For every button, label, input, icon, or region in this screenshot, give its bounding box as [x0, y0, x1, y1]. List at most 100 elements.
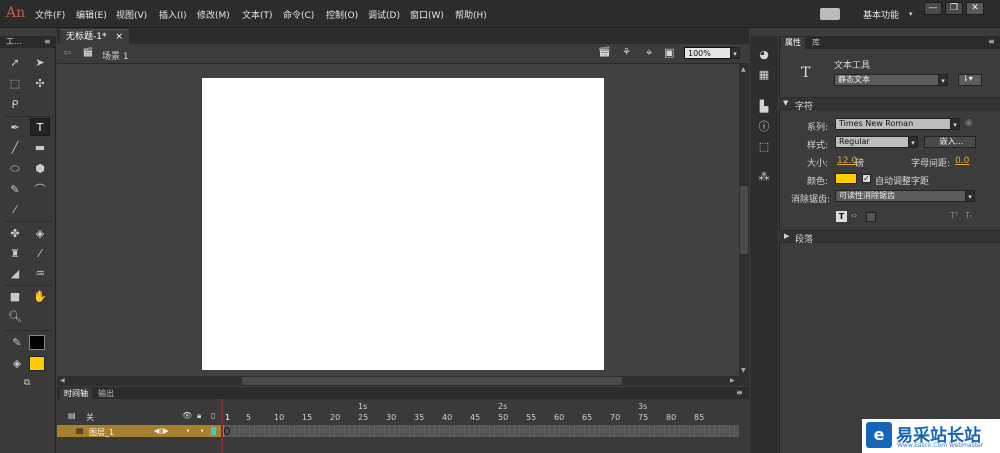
oval-tool-icon[interactable]: ⬭	[5, 160, 25, 178]
chevron-down-icon[interactable]: ▾	[908, 136, 918, 148]
camera-tool-icon[interactable]: ■	[5, 288, 25, 306]
swatches-panel-icon[interactable]: ▦	[757, 68, 771, 81]
subscript-icon[interactable]: Tₜ	[965, 211, 972, 220]
outline-layers-icon[interactable]: ▯	[211, 411, 215, 420]
text-color-swatch[interactable]	[835, 173, 857, 184]
lock-layers-icon[interactable]: 🔒︎	[197, 411, 201, 421]
fill-color-swatch[interactable]	[29, 356, 45, 371]
layer-outline-color[interactable]	[211, 427, 216, 435]
visible-dot-icon[interactable]: •	[186, 427, 190, 435]
layer-name[interactable]: 图层_1	[89, 427, 114, 438]
menu-commands[interactable]: 命令(C)	[283, 8, 314, 21]
menu-text[interactable]: 文本(T)	[242, 8, 273, 21]
free-transform-tool-icon[interactable]: ⬚	[5, 75, 25, 93]
pen-tool-icon[interactable]: ✒	[5, 119, 25, 137]
scroll-up-icon[interactable]: ▲	[741, 66, 746, 73]
sync-settings-icon[interactable]	[820, 8, 840, 20]
expand-triangle-icon[interactable]: ▶	[784, 232, 789, 240]
scene-name[interactable]: 场景 1	[102, 49, 129, 62]
scroll-right-icon[interactable]: ▶	[730, 377, 735, 384]
panel-menu-icon[interactable]: ≡	[736, 388, 743, 397]
subselection-tool-icon[interactable]: ➤	[30, 54, 50, 72]
swap-colors-icon[interactable]: ⧉	[14, 374, 40, 388]
chevron-down-icon[interactable]: ▾	[730, 47, 740, 59]
tab-library[interactable]: 库	[808, 37, 824, 49]
menu-modify[interactable]: 修改(M)	[197, 8, 230, 21]
pencil-tool-icon[interactable]: ✎	[5, 181, 25, 199]
bone-tool-icon[interactable]: ✤	[5, 225, 25, 243]
letter-spacing-value[interactable]: 0.0	[955, 156, 969, 166]
keyframe-marker[interactable]	[224, 427, 230, 435]
ink-bottle-tool-icon[interactable]: ♜	[5, 245, 25, 263]
menu-edit[interactable]: 编辑(E)	[76, 8, 107, 21]
zoom-tool-icon[interactable]: 🔍︎	[5, 308, 25, 326]
workspace-switcher[interactable]: 基本功能	[863, 8, 899, 21]
collapse-triangle-icon[interactable]: ▼	[783, 99, 788, 107]
layer-header-label[interactable]: 关	[86, 412, 94, 423]
show-border-icon[interactable]	[866, 212, 876, 222]
eraser-tool-icon[interactable]: ◢	[5, 265, 25, 283]
edit-symbols-icon[interactable]: ⚘	[622, 47, 631, 58]
menu-help[interactable]: 帮助(H)	[455, 8, 487, 21]
width-tool-icon[interactable]: ♒	[30, 265, 50, 283]
layer-controls-icon[interactable]: ◀▯▶	[154, 427, 169, 435]
chevron-down-icon[interactable]: ▾	[950, 118, 960, 130]
line-tool-icon[interactable]: ╱	[5, 139, 25, 157]
polystar-tool-icon[interactable]: ⬢	[30, 160, 50, 178]
eyedropper-tool-icon[interactable]: ⁄	[30, 245, 50, 263]
brush-tool-icon[interactable]: ⌒	[30, 181, 50, 199]
menu-view[interactable]: 视图(V)	[116, 8, 147, 21]
selection-tool-icon[interactable]: ➚	[5, 54, 25, 72]
color-panel-icon[interactable]: ◕	[757, 48, 771, 61]
font-style-dropdown[interactable]: Regular	[835, 136, 909, 148]
panel-collapse-icon[interactable]: ≡	[44, 37, 51, 46]
menu-window[interactable]: 窗口(W)	[410, 8, 444, 21]
paint-brush-tool-icon[interactable]: ⁄	[5, 201, 25, 219]
text-type-dropdown[interactable]: 静态文本	[834, 74, 948, 86]
hand-tool-icon[interactable]: ✋	[30, 288, 50, 306]
menu-file[interactable]: 文件(F)	[35, 8, 65, 21]
menu-insert[interactable]: 插入(I)	[159, 8, 187, 21]
antialias-dropdown[interactable]: 可读性消除锯齿	[835, 190, 967, 202]
3d-rotation-tool-icon[interactable]: ✣	[30, 75, 50, 93]
edit-scene-icon[interactable]: 🎬︎	[598, 47, 611, 58]
selectable-icon[interactable]: T	[836, 211, 847, 222]
vertical-scroll-thumb[interactable]	[740, 186, 748, 254]
tab-properties[interactable]: 属性	[781, 37, 805, 49]
text-tool-icon[interactable]: T	[30, 118, 50, 136]
tab-output[interactable]: 输出	[94, 388, 118, 399]
lock-dot-icon[interactable]: •	[200, 427, 204, 435]
font-family-dropdown[interactable]: Times New Roman	[835, 118, 951, 130]
scroll-left-icon[interactable]: ◀	[60, 377, 65, 384]
rectangle-tool-icon[interactable]: ▬	[30, 139, 50, 157]
clip-content-icon[interactable]: ▣	[664, 46, 674, 59]
center-stage-icon[interactable]: ⌖	[646, 46, 652, 60]
align-panel-icon[interactable]: ▙	[757, 100, 771, 113]
document-tab[interactable]: 无标题-1* ×	[60, 29, 129, 44]
panel-menu-icon[interactable]: ≡	[988, 37, 995, 46]
menu-debug[interactable]: 调试(D)	[368, 8, 400, 21]
minimize-button[interactable]: —	[924, 2, 942, 15]
transform-panel-icon[interactable]: ⬚	[757, 140, 771, 153]
frames-row[interactable]	[224, 425, 739, 437]
chevron-down-icon[interactable]: ▾	[965, 190, 975, 202]
stroke-color-icon[interactable]: ✎	[9, 334, 25, 350]
stage-canvas[interactable]	[202, 78, 604, 370]
superscript-icon[interactable]: Tᵀ	[950, 211, 958, 220]
chevron-down-icon[interactable]: ▾	[938, 74, 948, 86]
info-panel-icon[interactable]: ⓘ	[757, 120, 771, 133]
close-button[interactable]: ✕	[966, 2, 984, 15]
restore-button[interactable]: ❐	[945, 2, 963, 15]
tab-close-icon[interactable]: ×	[115, 32, 123, 42]
horizontal-scroll-thumb[interactable]	[242, 377, 622, 385]
scroll-down-icon[interactable]: ▼	[741, 367, 746, 374]
auto-kern-checkbox[interactable]: ✓	[862, 174, 871, 183]
menu-control[interactable]: 控制(O)	[326, 8, 358, 21]
stroke-color-swatch[interactable]	[29, 335, 45, 350]
back-arrow-icon[interactable]: ⇦	[63, 48, 71, 59]
playhead[interactable]	[221, 399, 223, 453]
tab-timeline[interactable]: 时间轴	[60, 388, 92, 399]
components-panel-icon[interactable]: ⁂	[757, 170, 771, 183]
fill-color-icon[interactable]: ◈	[9, 355, 25, 371]
embed-button[interactable]: 嵌入...	[924, 136, 976, 148]
